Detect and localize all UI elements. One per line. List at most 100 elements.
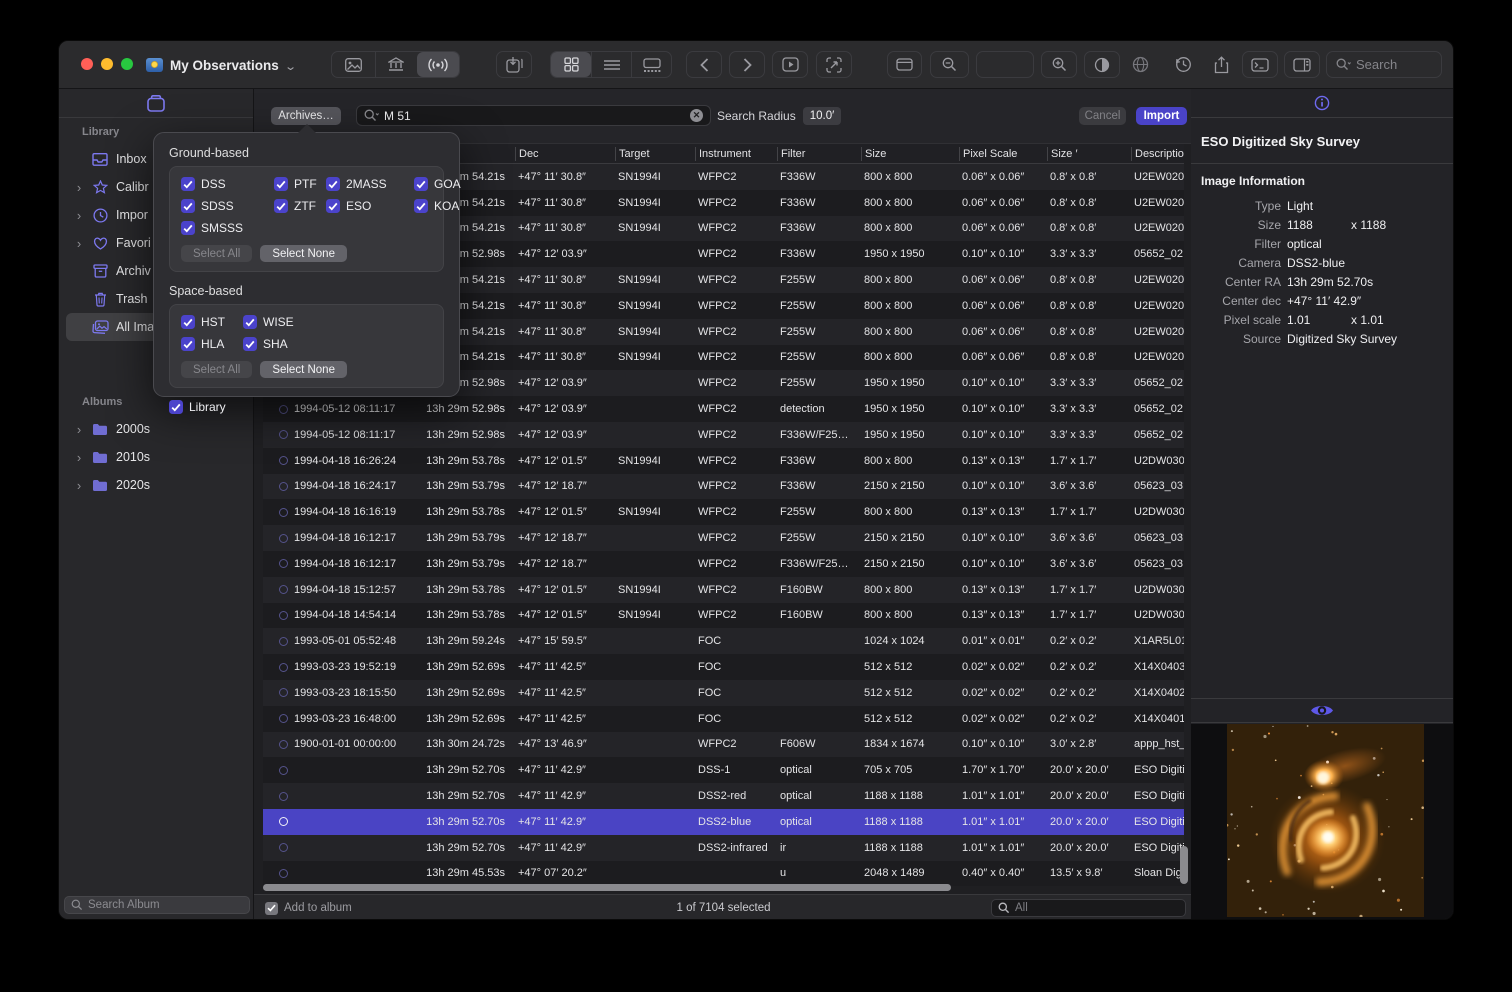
checkbox-checked-icon[interactable] — [181, 199, 195, 213]
disclosure-chevron-icon[interactable]: › — [70, 478, 88, 493]
zoom-out-button[interactable] — [930, 51, 969, 78]
toolbar-search-field[interactable]: Search — [1326, 51, 1442, 78]
list-view-button[interactable] — [591, 52, 631, 77]
row-select-cell[interactable] — [263, 637, 291, 646]
row-select-cell[interactable] — [263, 534, 291, 543]
table-row[interactable]: 1993-05-01 05:52:4813h 29m 59.24s+47° 15… — [263, 628, 1184, 654]
galaxy-preview-image[interactable] — [1227, 724, 1424, 917]
checkbox-checked-icon[interactable] — [414, 177, 428, 191]
checkbox-checked-icon[interactable] — [274, 177, 288, 191]
table-row[interactable]: 13h 29m 52.70s+47° 11′ 42.9″DSS2-redopti… — [263, 783, 1184, 809]
object-search-input[interactable] — [384, 109, 685, 123]
disclosure-chevron-icon[interactable]: › — [70, 180, 88, 195]
checkbox-checked-icon[interactable] — [181, 177, 195, 191]
info-icon[interactable] — [1314, 95, 1330, 111]
album-search-field[interactable]: Search Album — [64, 896, 250, 914]
close-window-button[interactable] — [81, 58, 93, 70]
column-header-target[interactable]: Target — [615, 147, 695, 161]
eye-icon[interactable] — [1310, 703, 1334, 718]
globe-button[interactable] — [1122, 51, 1158, 78]
ground-select-none-button[interactable]: Select None — [260, 245, 347, 262]
table-row[interactable]: 13h 29m 52.70s+47° 11′ 42.9″DSS2-blueopt… — [263, 809, 1184, 835]
selection-circle-icon[interactable] — [279, 430, 288, 439]
table-row[interactable]: 13h 29m 45.53s+47° 07′ 20.2″u2048 x 1489… — [263, 861, 1184, 887]
back-button[interactable] — [686, 51, 722, 78]
inspector-toggle-button[interactable] — [1284, 51, 1320, 78]
column-header-instrument[interactable]: Instrument — [695, 147, 777, 161]
row-select-cell[interactable] — [263, 869, 291, 878]
space-checkbox-item-hst[interactable]: HST — [181, 315, 243, 329]
history-button[interactable] — [1166, 51, 1201, 78]
chevron-down-icon[interactable]: ⌄ — [284, 60, 297, 73]
table-row[interactable]: 1994-04-18 15:12:5713h 29m 53.78s+47° 12… — [263, 577, 1184, 603]
search-radius-value[interactable]: 10.0′ — [803, 107, 841, 125]
library-checkbox[interactable] — [169, 400, 183, 414]
checkbox-checked-icon[interactable] — [414, 199, 428, 213]
fullscreen-button[interactable] — [816, 51, 852, 78]
row-select-cell[interactable] — [263, 792, 291, 801]
share-button[interactable] — [1204, 51, 1239, 78]
selection-circle-icon[interactable] — [279, 792, 288, 801]
column-header-descriptio[interactable]: Descriptio — [1131, 147, 1184, 161]
selection-circle-icon[interactable] — [279, 740, 288, 749]
checkbox-checked-icon[interactable] — [243, 315, 257, 329]
column-header-pixel-scale[interactable]: Pixel Scale — [959, 147, 1047, 161]
row-select-cell[interactable] — [263, 740, 291, 749]
table-row[interactable]: 13h 29m 52.70s+47° 11′ 42.9″DSS2-infrare… — [263, 835, 1184, 861]
horizontal-scrollbar[interactable] — [263, 884, 951, 891]
selection-circle-icon[interactable] — [279, 508, 288, 517]
ground-checkbox-item-goa[interactable]: GOA — [414, 177, 461, 191]
window-panel-button[interactable] — [887, 51, 922, 78]
selection-circle-icon[interactable] — [279, 688, 288, 697]
object-search-field[interactable]: ✕ — [356, 105, 711, 126]
selection-circle-icon[interactable] — [279, 611, 288, 620]
selection-circle-icon[interactable] — [279, 663, 288, 672]
ground-checkbox-item-dss[interactable]: DSS — [181, 177, 274, 191]
checkbox-checked-icon[interactable] — [181, 221, 195, 235]
column-header-filter[interactable]: Filter — [777, 147, 861, 161]
column-header-size[interactable]: Size ′ — [1047, 147, 1131, 161]
table-row[interactable]: 13h 29m 52.70s+47° 11′ 42.9″DSS-1optical… — [263, 757, 1184, 783]
space-select-none-button[interactable]: Select None — [260, 361, 347, 378]
selection-circle-icon[interactable] — [279, 456, 288, 465]
selection-circle-icon[interactable] — [279, 585, 288, 594]
terminal-button[interactable] — [1242, 51, 1278, 78]
row-select-cell[interactable] — [263, 817, 291, 826]
row-select-cell[interactable] — [263, 843, 291, 852]
space-checkbox-item-wise[interactable]: WISE — [243, 315, 341, 329]
grid-view-button[interactable] — [551, 52, 591, 77]
table-row[interactable]: 1994-04-18 16:12:1713h 29m 53.79s+47° 12… — [263, 525, 1184, 551]
space-select-all-button[interactable]: Select All — [181, 361, 252, 378]
status-filter-field[interactable]: All — [991, 899, 1186, 917]
slideshow-button[interactable] — [772, 51, 808, 78]
table-row[interactable]: 1994-04-18 16:16:1913h 29m 53.78s+47° 12… — [263, 499, 1184, 525]
live-sources-button[interactable] — [417, 52, 459, 77]
zoom-window-button[interactable] — [121, 58, 133, 70]
table-row[interactable]: 1994-04-18 16:24:1713h 29m 53.79s+47° 12… — [263, 474, 1184, 500]
selection-circle-icon[interactable] — [279, 714, 288, 723]
space-checkbox-item-sha[interactable]: SHA — [243, 337, 341, 351]
album-item-2020s[interactable]: ›2020s — [66, 471, 246, 499]
ground-checkbox-item-eso[interactable]: ESO — [326, 199, 414, 213]
checkbox-checked-icon[interactable] — [181, 337, 195, 351]
forward-button[interactable] — [729, 51, 765, 78]
row-select-cell[interactable] — [263, 766, 291, 775]
disclosure-chevron-icon[interactable]: › — [70, 422, 88, 437]
selection-circle-icon[interactable] — [279, 482, 288, 491]
checkbox-checked-icon[interactable] — [326, 199, 340, 213]
table-row[interactable]: 1993-03-23 19:52:1913h 29m 52.69s+47° 11… — [263, 654, 1184, 680]
row-select-cell[interactable] — [263, 508, 291, 517]
selection-circle-icon[interactable] — [279, 637, 288, 646]
column-header-size[interactable]: Size — [861, 147, 959, 161]
selection-circle-icon[interactable] — [279, 766, 288, 775]
table-row[interactable]: 1994-04-18 14:54:1413h 29m 53.78s+47° 12… — [263, 603, 1184, 629]
selection-circle-icon[interactable] — [279, 534, 288, 543]
album-item-2010s[interactable]: ›2010s — [66, 443, 246, 471]
disclosure-chevron-icon[interactable]: › — [70, 236, 88, 251]
ground-checkbox-item-ptf[interactable]: PTF — [274, 177, 326, 191]
row-select-cell[interactable] — [263, 663, 291, 672]
row-select-cell[interactable] — [263, 482, 291, 491]
cancel-button[interactable]: Cancel — [1079, 107, 1126, 125]
checkbox-checked-icon[interactable] — [243, 337, 257, 351]
vertical-scrollbar[interactable] — [1180, 846, 1188, 884]
